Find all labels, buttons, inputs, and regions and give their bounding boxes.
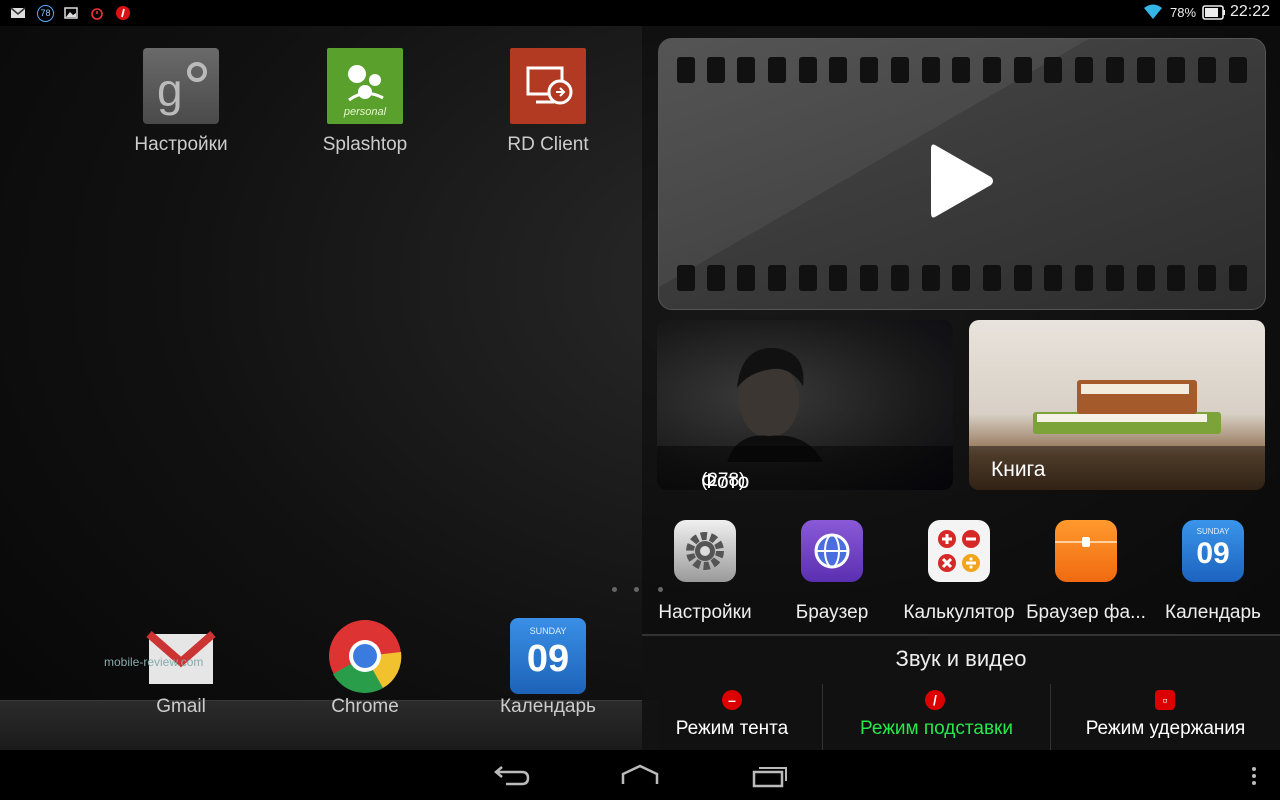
photo-thumbnail (727, 347, 823, 462)
play-icon[interactable] (929, 141, 997, 221)
clock: 22:22 (1229, 3, 1270, 20)
sound-video-sheet: Звук и видео – Режим тента / Режим подст… (642, 634, 1280, 752)
mode-tent[interactable]: – Режим тента (642, 684, 822, 752)
app-label: Календарь (500, 696, 596, 717)
app-label: Браузер (795, 602, 869, 623)
film-holes-bottom (677, 265, 1253, 291)
calculator-icon (928, 520, 990, 582)
calendar-date: 09 (526, 638, 570, 680)
watermark: mobile-review.com (104, 655, 204, 669)
calendar-date: 09 (1196, 537, 1230, 570)
app-label: Калькулятор (903, 602, 1015, 623)
books-image (1033, 380, 1221, 434)
photo-caption: Фото (278) (657, 446, 953, 490)
hold-badge-icon: ▫ (1155, 690, 1175, 710)
app-splashtop[interactable]: personal Splashtop (290, 48, 440, 156)
dock-app-calendar[interactable]: SUNDAY 09 Календарь (473, 618, 623, 718)
splashtop-icon: personal (327, 48, 403, 124)
photo-tile[interactable]: Фото (278) (657, 320, 953, 490)
home-icon[interactable] (620, 762, 660, 790)
app-label: Браузер фа... (1026, 602, 1146, 623)
mode-label: Режим удержания (1085, 718, 1246, 739)
mode-stand[interactable]: / Режим подставки (823, 684, 1050, 752)
mode-label: Режим подставки (860, 718, 1013, 739)
video-tile[interactable] (658, 38, 1266, 310)
splashtop-sublabel: personal (343, 106, 387, 118)
panel-app-file-browser[interactable]: Браузер фа... (1021, 520, 1151, 624)
battery-percent: 78% (1170, 5, 1197, 20)
image-icon (64, 7, 78, 19)
panel-app-calendar[interactable]: SUNDAY 09 Календарь (1148, 520, 1278, 624)
photo-count: (278) (701, 470, 746, 490)
minus-badge-icon: – (722, 690, 742, 710)
wifi-icon (1144, 4, 1162, 19)
overflow-menu-icon[interactable] (1250, 766, 1258, 786)
rd-client-icon (510, 48, 586, 124)
app-rd-client[interactable]: RD Client (473, 48, 623, 156)
browser-globe-icon (801, 520, 863, 582)
recent-apps-icon[interactable] (750, 762, 790, 790)
app-label: Настройки (134, 134, 228, 155)
file-browser-icon (1055, 520, 1117, 582)
book-caption: Книга (969, 446, 1265, 490)
navigation-bar (0, 750, 1280, 800)
book-label: Книга (991, 458, 1046, 481)
battery-icon (1202, 5, 1225, 20)
panel-app-browser[interactable]: Браузер (767, 520, 897, 624)
film-holes-top (677, 57, 1253, 83)
svg-text:g: g (157, 64, 183, 116)
settings-gear-icon (674, 520, 736, 582)
book-tile[interactable]: Книга (969, 320, 1265, 490)
sheet-title: Звук и видео (895, 646, 1027, 671)
badge-78-icon: 78 (37, 5, 54, 22)
app-label: Gmail (156, 696, 206, 717)
chrome-icon (327, 618, 403, 694)
lenovo-icon (116, 6, 130, 20)
app-label: Настройки (658, 602, 752, 623)
back-icon[interactable] (492, 762, 532, 790)
panel-app-settings[interactable]: Настройки (640, 520, 770, 624)
panel-app-calculator[interactable]: Калькулятор (894, 520, 1024, 624)
app-label: Splashtop (322, 134, 408, 155)
mode-label: Режим тента (675, 718, 789, 739)
calendar-day: SUNDAY (529, 626, 567, 636)
status-bar: 78 78% 22:22 (0, 0, 1280, 26)
gmail-icon (10, 7, 26, 18)
app-settings[interactable]: g Настройки (106, 48, 256, 156)
mode-hold[interactable]: ▫ Режим удержания (1051, 684, 1280, 752)
app-label: RD Client (507, 134, 589, 155)
lenovo-badge-icon: / (925, 690, 945, 710)
google-settings-icon: g (143, 48, 219, 124)
app-label: Календарь (1165, 602, 1261, 623)
calendar-icon: SUNDAY 09 (510, 618, 586, 694)
calendar-day: SUNDAY (1196, 527, 1230, 536)
app-label: Chrome (331, 696, 399, 717)
timer-icon (91, 8, 103, 20)
calendar-icon: SUNDAY 09 (1182, 520, 1244, 582)
dock-app-chrome[interactable]: Chrome (290, 618, 440, 718)
